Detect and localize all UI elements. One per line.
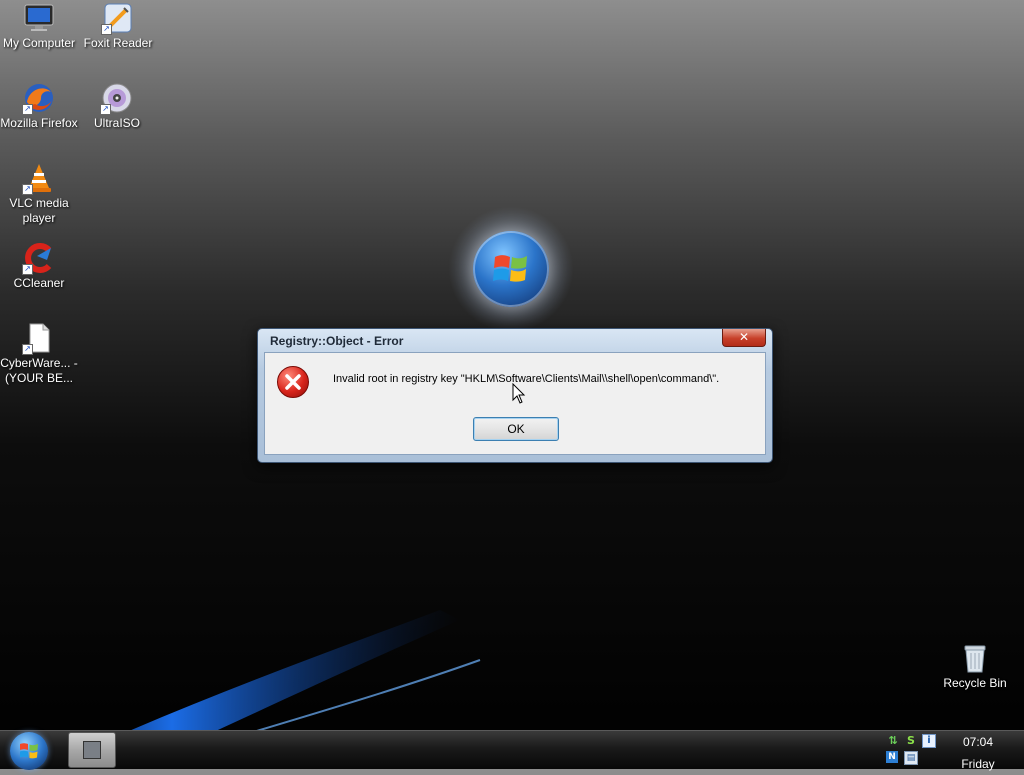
vlc-cone-icon: ↗ — [22, 162, 55, 195]
desktop-icon-label: UltraISO — [93, 116, 140, 130]
ok-button[interactable]: OK — [473, 417, 559, 441]
desktop-icon-foxit-reader[interactable]: ↗ Foxit Reader — [79, 2, 157, 51]
desktop-icon-label: VLC media player — [9, 196, 69, 225]
shortcut-arrow-icon: ↗ — [100, 104, 111, 115]
desktop-icon-cyberware[interactable]: ↗ CyberWare... - (YOUR BE... — [0, 322, 78, 386]
windows-logo — [473, 231, 549, 307]
start-button[interactable] — [10, 732, 48, 770]
monitor-icon[interactable]: ▤ — [904, 751, 918, 765]
desktop: My Computer ↗ Foxit Reader ↗ Mozilla Fir… — [0, 0, 1024, 730]
shortcut-arrow-icon: ↗ — [22, 264, 33, 275]
shortcut-arrow-icon: ↗ — [101, 24, 112, 35]
clock[interactable]: 07:04 Friday — [950, 731, 1006, 775]
shortcut-arrow-icon: ↗ — [22, 184, 33, 195]
close-button[interactable]: ✕ — [722, 329, 766, 347]
mouse-cursor-icon — [512, 383, 526, 404]
s-app-icon[interactable]: S — [904, 734, 918, 748]
system-tray: ⇅ S i N ▤ — [884, 733, 940, 767]
taskbar: ⇅ S i N ▤ 07:04 Friday — [0, 730, 1024, 771]
network-icon-2[interactable]: N — [886, 751, 898, 763]
shortcut-arrow-icon: ↗ — [22, 104, 33, 115]
desktop-icon-label: Recycle Bin — [943, 676, 1007, 690]
desktop-icon-label: Foxit Reader — [83, 36, 153, 50]
recycle-bin-icon — [959, 642, 991, 674]
desktop-icon-recycle-bin[interactable]: Recycle Bin — [936, 642, 1014, 691]
firefox-icon: ↗ — [22, 82, 55, 115]
desktop-icon-label: CCleaner — [13, 276, 65, 290]
desktop-icon-label: CyberWare... - (YOUR BE... — [0, 356, 78, 385]
desktop-icon-ccleaner[interactable]: ↗ CCleaner — [0, 242, 78, 291]
error-icon — [277, 366, 309, 398]
windows-flag-icon — [20, 743, 38, 759]
ccleaner-icon: ↗ — [22, 242, 55, 275]
computer-icon — [23, 2, 55, 34]
taskbar-item-registry-object[interactable] — [68, 732, 116, 768]
shortcut-arrow-icon: ↗ — [22, 344, 33, 355]
document-icon: ↗ — [22, 322, 55, 355]
info-icon[interactable]: i — [922, 734, 936, 748]
desktop-icon-vlc-media-player[interactable]: ↗ VLC media player — [0, 162, 78, 226]
desktop-icon-label: Mozilla Firefox — [0, 116, 78, 130]
network-icon[interactable]: ⇅ — [886, 734, 900, 748]
dialog-title: Registry::Object - Error — [270, 334, 404, 348]
wallpaper-swoosh — [0, 600, 620, 730]
error-message: Invalid root in registry key "HKLM\Softw… — [333, 373, 720, 385]
desktop-icon-label: My Computer — [2, 36, 76, 50]
ultraiso-disc-icon: ↗ — [100, 82, 133, 115]
foxit-reader-icon: ↗ — [101, 2, 134, 35]
windows-flag-icon — [493, 255, 527, 282]
desktop-icon-mozilla-firefox[interactable]: ↗ Mozilla Firefox — [0, 82, 78, 131]
desktop-icon-ultraiso[interactable]: ↗ UltraISO — [78, 82, 156, 131]
desktop-icon-my-computer[interactable]: My Computer — [0, 2, 78, 51]
application-icon — [83, 741, 101, 759]
clock-day: Friday — [961, 757, 995, 771]
clock-time: 07:04 — [962, 735, 994, 749]
